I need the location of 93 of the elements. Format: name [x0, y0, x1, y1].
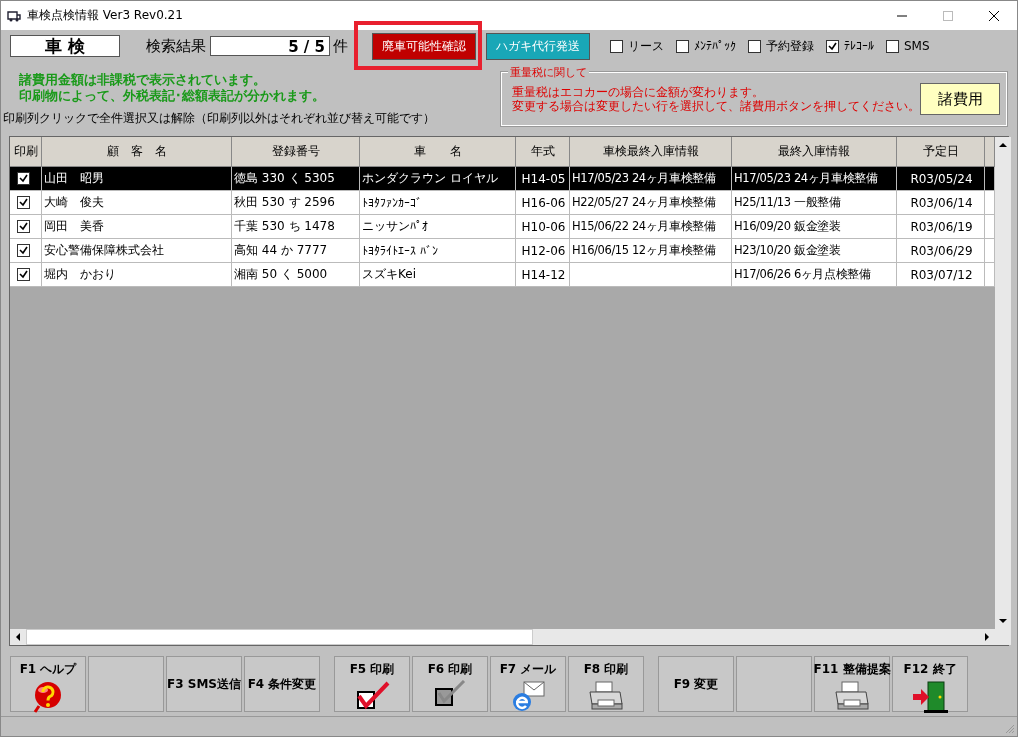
- table-cell: R03/06/14: [897, 191, 985, 214]
- column-header[interactable]: 最終入庫情報: [732, 137, 897, 167]
- table-cell: 高知 44 か 7777: [232, 239, 360, 262]
- checkbox-label: ﾃﾚｺｰﾙ: [844, 39, 874, 53]
- column-header[interactable]: 顧 客 名: [42, 137, 232, 167]
- table-cell: H22/05/27 24ヶ月車検整備: [570, 191, 732, 214]
- table-cell: R03/05/24: [897, 167, 985, 190]
- checkbox[interactable]: [16, 244, 30, 257]
- exit-door-icon: [910, 680, 950, 714]
- printer-icon: [586, 680, 626, 712]
- result-count-field: 5 / 5: [210, 36, 330, 56]
- search-result-label: 検索結果: [146, 36, 206, 56]
- scroll-down-icon[interactable]: [999, 617, 1007, 625]
- column-header[interactable]: 車 名: [360, 137, 516, 167]
- function-key-button[interactable]: F1 ヘルプ: [10, 656, 86, 712]
- column-header[interactable]: 予定日: [897, 137, 985, 167]
- table-cell: H17/06/26 6ヶ月点検整備: [732, 263, 897, 286]
- table-cell: H10-06: [516, 215, 570, 238]
- window-title: 車検点検情報 Ver3 Rev0.21: [27, 7, 183, 24]
- function-key-button[interactable]: F5 印刷: [334, 656, 410, 712]
- checkbox[interactable]: [16, 172, 30, 185]
- checkbox[interactable]: [676, 39, 689, 53]
- function-key-button[interactable]: F3 SMS送信: [166, 656, 242, 712]
- checkbox[interactable]: [16, 196, 30, 209]
- checkbox[interactable]: [826, 39, 839, 53]
- function-key-button[interactable]: F7 メール: [490, 656, 566, 712]
- scroll-up-icon[interactable]: [999, 141, 1007, 149]
- table-cell: H17/05/23 24ヶ月車検整備: [732, 167, 897, 190]
- function-key-button[interactable]: F9 変更: [658, 656, 734, 712]
- printer-icon: [832, 680, 872, 712]
- checkbox-label: SMS: [904, 39, 930, 53]
- mode-label: 車 検: [10, 35, 120, 57]
- function-key-button[interactable]: F8 印刷: [568, 656, 644, 712]
- checkbox-label: リース: [628, 37, 664, 55]
- table-cell: R03/06/29: [897, 239, 985, 262]
- column-header[interactable]: 印刷: [10, 137, 42, 167]
- table-cell: R03/07/12: [897, 263, 985, 286]
- info-text: 変更する場合は変更したい行を選択して、諸費用ボタンを押してください。: [512, 99, 920, 113]
- table-cell: H16-06: [516, 191, 570, 214]
- horizontal-scrollbar[interactable]: [10, 629, 995, 645]
- checkbox[interactable]: [610, 39, 623, 53]
- table-cell: H16/06/15 12ヶ月車検整備: [570, 239, 732, 262]
- table-cell: 千葉 530 ち 1478: [232, 215, 360, 238]
- table-cell: 山田 昭男: [42, 167, 232, 190]
- table-cell: 秋田 530 す 2596: [232, 191, 360, 214]
- function-key-button[interactable]: F4 条件変更: [244, 656, 320, 712]
- table-cell: スズキKei: [360, 263, 516, 286]
- table-cell: H12-06: [516, 239, 570, 262]
- checkbox-label: ﾒﾝﾃﾊﾟｯｸ: [694, 39, 736, 53]
- column-header[interactable]: 年式: [516, 137, 570, 167]
- scroll-right-icon[interactable]: [983, 633, 991, 641]
- table-cell: 徳島 330 く 5305: [232, 167, 360, 190]
- close-icon[interactable]: [988, 9, 1000, 22]
- table-cell: ニッサンﾊﾟｵ: [360, 215, 516, 238]
- checkbox[interactable]: [748, 39, 761, 53]
- table-cell: ﾄﾖﾀﾗｲﾄｴｰｽ ﾊﾞﾝ: [360, 239, 516, 262]
- table-cell: 安心警備保障株式会社: [42, 239, 232, 262]
- table-cell: H14-12: [516, 263, 570, 286]
- table-cell: ホンダクラウン ロイヤル: [360, 167, 516, 190]
- checkbox-label: 予約登録: [766, 37, 814, 55]
- notice-text: 諸費用金額は非課税で表示されています。: [19, 72, 267, 88]
- checkbox[interactable]: [16, 268, 30, 281]
- info-text: 重量税はエコカーの場合に金額が変わります。: [512, 85, 765, 99]
- function-key-button[interactable]: F6 印刷: [412, 656, 488, 712]
- table-cell: 堀内 かおり: [42, 263, 232, 286]
- car-icon: [7, 8, 21, 23]
- table-cell: 湘南 50 く 5000: [232, 263, 360, 286]
- vertical-scrollbar[interactable]: [995, 137, 1011, 645]
- action-button[interactable]: 廃車可能性確認: [372, 32, 476, 60]
- function-key-button[interactable]: F12 終了: [892, 656, 968, 712]
- checkbox-icon: [434, 680, 466, 706]
- table-cell: H15/06/22 24ヶ月車検整備: [570, 215, 732, 238]
- scroll-left-icon[interactable]: [14, 633, 22, 641]
- column-header[interactable]: 登録番号: [232, 137, 360, 167]
- table-cell: ﾄﾖﾀﾌｧﾝｶｰｺﾞ: [360, 191, 516, 214]
- column-header: [985, 137, 995, 167]
- table-cell: H23/10/20 鈑金塗装: [732, 239, 897, 262]
- count-unit: 件: [333, 36, 348, 56]
- checkbox[interactable]: [16, 220, 30, 233]
- column-header[interactable]: 車検最終入庫情報: [570, 137, 732, 167]
- table-cell: R03/06/19: [897, 215, 985, 238]
- table-cell: H25/11/13 一般整備: [732, 191, 897, 214]
- function-key-button[interactable]: F11 整備提案: [814, 656, 890, 712]
- table-cell: H16/09/20 鈑金塗装: [732, 215, 897, 238]
- hint-text: 印刷列クリックで全件選択又は解除（印刷列以外はそれぞれ並び替え可能です）: [3, 110, 436, 127]
- table-cell: 大崎 俊夫: [42, 191, 232, 214]
- table-cell: H14-05: [516, 167, 570, 190]
- table-cell: H17/05/23 24ヶ月車検整備: [570, 167, 732, 190]
- notice-text: 印刷物によって、外税表記･総額表記が分かれます。: [19, 88, 326, 104]
- checkbox[interactable]: [886, 39, 899, 53]
- group-title: 重量税に関して: [508, 65, 589, 80]
- table-cell: 岡田 美香: [42, 215, 232, 238]
- fees-button[interactable]: 諸費用: [920, 83, 1000, 115]
